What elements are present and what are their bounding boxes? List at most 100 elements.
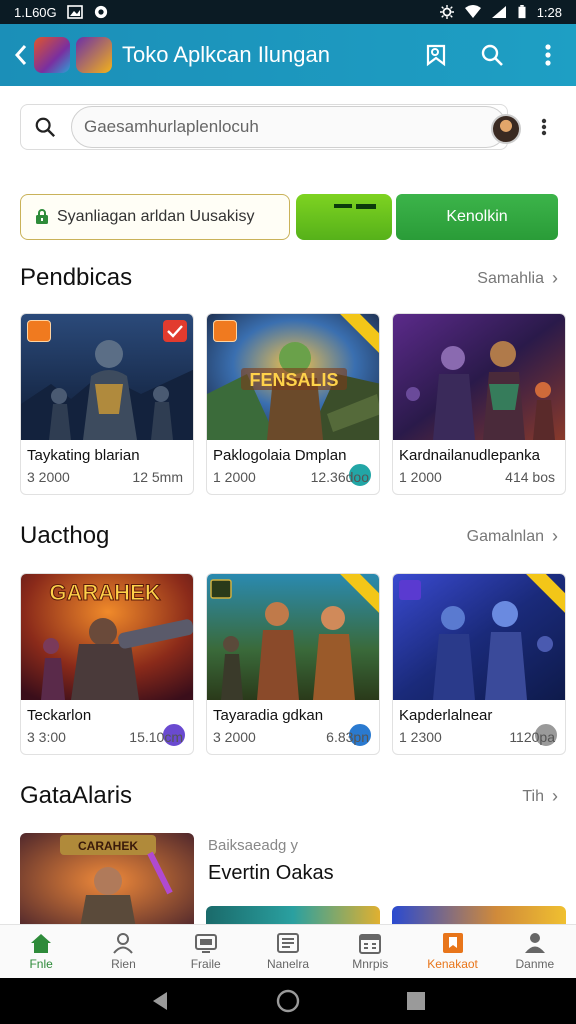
app-price: 1 2300 <box>399 729 442 745</box>
nav-label: Kenakaot <box>427 957 478 971</box>
section-see-more-link[interactable]: Samahlia › <box>477 268 558 289</box>
bottom-navigation: Fnle Rien Fraile Nanelra Mnrpis Kenakaot… <box>0 924 576 978</box>
nav-label: Rien <box>111 957 136 971</box>
app-name: Taykating blarian <box>27 447 140 464</box>
app-card[interactable]: Tayaradia gdkan 3 2000 6.83pn <box>206 573 380 755</box>
back-button[interactable] <box>12 40 30 70</box>
more-vertical-icon <box>545 44 551 66</box>
recents-square-icon <box>407 992 425 1010</box>
more-vertical-icon <box>541 118 547 136</box>
chevron-right-icon: › <box>552 786 558 806</box>
game-thumbnail: GARAHEK <box>21 574 193 700</box>
app-title: Toko Aplkcan Ilungan <box>122 42 330 67</box>
bookmark-search-button[interactable] <box>420 39 452 71</box>
featured-headline[interactable]: Evertin Oakas <box>208 862 334 885</box>
chevron-left-icon <box>14 45 27 65</box>
app-bar: Toko Aplkcan Ilungan <box>0 24 576 86</box>
system-navigation-bar <box>0 978 576 1024</box>
app-card[interactable]: Taykating blarian 3 2000 12 5mm <box>20 313 194 495</box>
app-size: 414 bos <box>505 469 555 485</box>
section-title: GataAlaris <box>20 782 133 809</box>
nav-label: Danme <box>515 957 555 971</box>
status-time-left: 1.L60G <box>14 4 57 20</box>
screen: 1.L60G 1:28 Toko Aplkcan Ilungan Gaesamh… <box>0 0 576 1024</box>
tv-icon <box>194 934 217 953</box>
gear-status-icon <box>439 5 454 19</box>
nav-item-profile[interactable]: Rien <box>82 925 164 978</box>
search-icon <box>35 117 56 138</box>
section-link-label: Tih <box>522 787 544 805</box>
search-input[interactable] <box>71 106 507 148</box>
app-price: 3 2000 <box>27 469 70 485</box>
app-size: 15.10cm <box>129 729 183 745</box>
nav-item-home[interactable]: Fnle <box>0 925 82 978</box>
promo-banner-mark <box>356 204 376 209</box>
game-thumbnail <box>393 574 565 700</box>
category-badge <box>213 320 237 342</box>
bookmark-icon <box>442 933 463 953</box>
nav-label: Fnle <box>29 957 53 971</box>
home-icon <box>31 934 52 953</box>
app-name: Kapderlalnear <box>399 707 493 724</box>
app-size: 12.36doo <box>310 469 369 485</box>
nav-item-calendar[interactable]: Mnrpis <box>329 925 411 978</box>
nav-label: Fraile <box>190 957 221 971</box>
system-back-button[interactable] <box>96 978 224 1024</box>
system-recents-button[interactable] <box>352 978 480 1024</box>
account-icon <box>524 933 545 953</box>
app-card[interactable]: FENSALIS Paklogolaia Dmplan 1 2000 12.36… <box>206 313 380 495</box>
app-card[interactable]: Kardnailanudlepanka 1 2000 414 bos <box>392 313 566 495</box>
overflow-menu-button[interactable] <box>532 112 556 142</box>
promo-banner-mark <box>334 204 352 208</box>
app-size: 12 5mm <box>132 469 183 485</box>
app-price: 1 2000 <box>213 469 256 485</box>
app-card[interactable]: Kapderlalnear 1 2300 1120pa <box>392 573 566 755</box>
promo-notice[interactable]: Syanliagan arldan Uusakisy <box>20 194 290 240</box>
search-icon <box>481 44 503 66</box>
nav-item-tv[interactable]: Fraile <box>165 925 247 978</box>
featured-subtitle: Baiksaeadg y <box>208 837 299 854</box>
calendar-icon <box>359 934 382 954</box>
section-see-more-link[interactable]: Tih › <box>522 786 558 807</box>
checkmark-badge <box>163 320 187 342</box>
person-icon <box>113 933 134 954</box>
record-notification-icon <box>94 5 107 19</box>
nav-item-news[interactable]: Nanelra <box>247 925 329 978</box>
system-home-button[interactable] <box>224 978 352 1024</box>
search-bar <box>20 104 521 150</box>
app-name: Teckarlon <box>27 707 92 724</box>
section-title: Uacthog <box>20 522 110 549</box>
news-icon <box>276 933 299 953</box>
app-logo-character <box>34 37 70 73</box>
game-logo-text: FENSALIS <box>249 370 338 390</box>
category-badge <box>27 320 51 342</box>
nav-item-saved[interactable]: Kenakaot <box>411 925 493 978</box>
game-thumbnail <box>207 574 379 700</box>
chevron-right-icon: › <box>552 268 558 288</box>
wifi-icon <box>464 5 481 18</box>
search-button[interactable] <box>476 39 508 71</box>
app-price: 3 3:00 <box>27 729 66 745</box>
promo-notice-text: Syanliagan arldan Uusakisy <box>57 208 255 225</box>
featured-thumbnail[interactable]: CARAHEK <box>20 833 194 928</box>
app-size: 1120pa <box>509 729 555 745</box>
more-options-button[interactable] <box>532 39 564 71</box>
app-name: Paklogolaia Dmplan <box>213 447 347 464</box>
bookmark-search-icon <box>426 44 446 67</box>
app-card[interactable]: GARAHEK Teckarlon 3 3:00 15.10cm <box>20 573 194 755</box>
status-bar: 1.L60G 1:28 <box>0 0 576 24</box>
app-logo-store <box>76 37 112 73</box>
home-circle-icon <box>276 989 300 1013</box>
section-link-label: Samahlia <box>477 269 544 287</box>
avatar[interactable] <box>491 114 521 144</box>
section-see-more-link[interactable]: Gamalnlan › <box>467 526 558 547</box>
promo-banner[interactable] <box>296 194 392 240</box>
app-price: 3 2000 <box>213 729 256 745</box>
featured-logo-text: CARAHEK <box>78 839 138 853</box>
nav-item-account[interactable]: Danme <box>494 925 576 978</box>
nav-label: Nanelra <box>266 957 309 971</box>
back-triangle-icon <box>153 992 167 1010</box>
promo-action-button[interactable]: Kenolkin <box>396 194 558 240</box>
image-notification-icon <box>66 5 83 19</box>
app-name: Tayaradia gdkan <box>213 707 324 724</box>
